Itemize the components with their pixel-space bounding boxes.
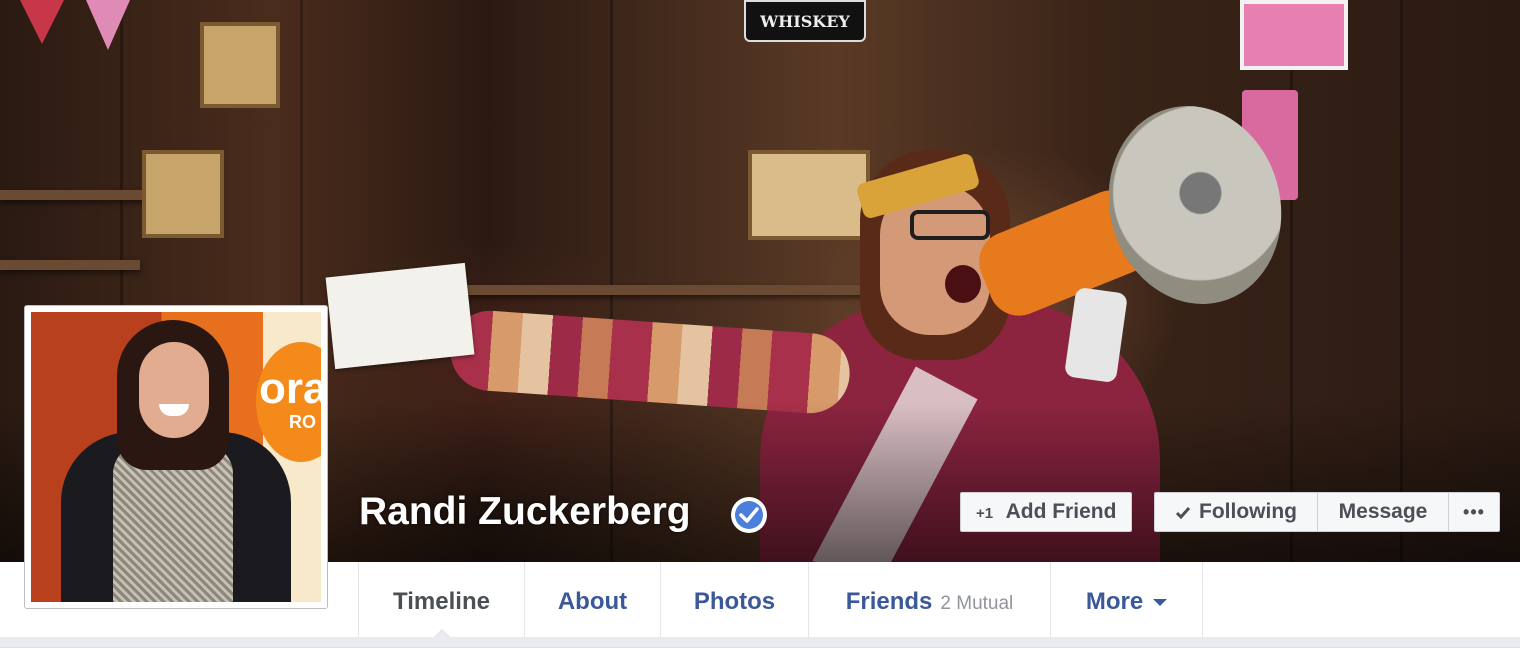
cover-paper: [325, 262, 475, 370]
profile-picture[interactable]: ora RO: [24, 305, 328, 609]
tab-label: Friends: [845, 588, 933, 615]
cover-bunting: [86, 0, 130, 50]
tab-label: About: [557, 588, 628, 615]
tab-about[interactable]: About: [525, 562, 661, 640]
cover-shelf: [0, 260, 140, 270]
checkmark-glyph: [739, 507, 759, 523]
add-friend-label: Add Friend: [1005, 500, 1117, 523]
checkmark-icon: [1175, 504, 1191, 520]
tab-more[interactable]: More: [1051, 562, 1203, 640]
profile-photo-logo-subtext: RO: [289, 412, 316, 432]
cover-shelf: [0, 190, 150, 200]
cover-shelf: [460, 285, 880, 295]
cover-picture-frame: [1240, 0, 1348, 70]
message-button[interactable]: Message: [1317, 492, 1449, 532]
cover-picture-frame: [200, 22, 280, 108]
cover-picture-frame: [748, 150, 870, 240]
profile-photo: ora RO: [31, 312, 321, 602]
tab-label: Photos: [693, 588, 776, 615]
profile-tabs: Timeline About Photos Friends 2 Mutual Mo…: [358, 562, 1203, 641]
add-friend-button[interactable]: +1 Add Friend: [960, 492, 1132, 532]
ellipsis-icon: •••: [1463, 501, 1485, 522]
caret-down-icon: [1153, 599, 1168, 607]
cover-person-arm: [447, 308, 853, 416]
profile-photo-logo-text: ora: [259, 364, 321, 413]
verified-check-icon[interactable]: [731, 497, 767, 533]
following-button[interactable]: Following: [1154, 492, 1318, 532]
cover-picture-frame: [142, 150, 224, 238]
tab-photos[interactable]: Photos: [661, 562, 809, 640]
cover-whiskey-sign: WHISKEY: [744, 0, 866, 42]
message-label: Message: [1338, 500, 1428, 523]
cover-bunting: [20, 0, 64, 44]
profile-photo-face: [139, 342, 209, 438]
tab-label: Timeline: [393, 588, 490, 615]
cover-glasses: [910, 210, 990, 240]
profile-name[interactable]: Randi Zuckerberg: [359, 490, 691, 534]
cover-mouth: [945, 265, 981, 303]
tab-label: More: [1085, 588, 1144, 615]
nav-bottom-strip: [0, 637, 1520, 647]
more-options-button[interactable]: •••: [1448, 492, 1500, 532]
mutual-friends-count: 2 Mutual: [940, 593, 1014, 614]
following-label: Following: [1199, 500, 1297, 523]
tab-timeline[interactable]: Timeline: [359, 562, 525, 641]
tab-friends[interactable]: Friends 2 Mutual: [809, 562, 1051, 640]
add-friend-icon: +1: [976, 503, 998, 521]
svg-text:+1: +1: [976, 505, 993, 521]
